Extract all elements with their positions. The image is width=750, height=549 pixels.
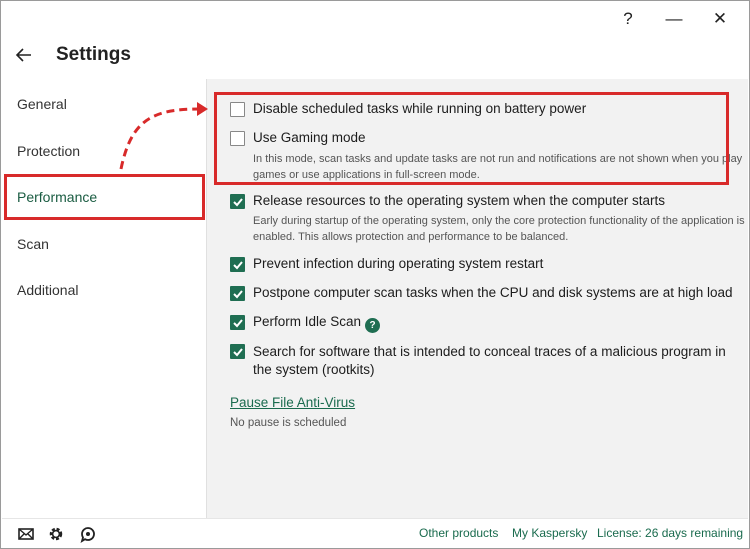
postpone-scan-checkbox[interactable] — [230, 286, 245, 301]
idle-scan-checkbox[interactable] — [230, 315, 245, 330]
header: Settings — [1, 39, 749, 77]
page-title: Settings — [56, 44, 131, 65]
minimize-button[interactable]: — — [651, 7, 697, 31]
help-icon[interactable]: ? — [365, 318, 381, 333]
option-label: Perform Idle Scan? — [253, 314, 381, 333]
close-button[interactable]: ✕ — [697, 7, 743, 31]
support-icon[interactable] — [79, 525, 97, 543]
option-label: Prevent infection during operating syste… — [253, 256, 544, 271]
back-arrow-icon[interactable] — [14, 45, 34, 65]
checkmark-icon — [233, 319, 243, 328]
settings-window: ? — ✕ Settings General Protection Perfor… — [0, 0, 750, 549]
rootkit-search-checkbox[interactable] — [230, 344, 245, 359]
sidebar: General Protection Performance Scan Addi… — [1, 79, 206, 518]
checkmark-icon — [233, 198, 243, 207]
help-button[interactable]: ? — [605, 7, 651, 31]
checkmark-icon — [233, 290, 243, 299]
release-resources-checkbox[interactable] — [230, 194, 245, 209]
gear-icon[interactable] — [47, 525, 65, 543]
prevent-infection-checkbox[interactable] — [230, 257, 245, 272]
highlight-options — [214, 92, 729, 185]
mail-icon[interactable] — [17, 525, 35, 543]
sidebar-item-scan[interactable]: Scan — [17, 236, 49, 252]
option-label: Postpone computer scan tasks when the CP… — [253, 285, 733, 300]
checkmark-icon — [233, 348, 243, 357]
idle-scan-label: Perform Idle Scan — [253, 314, 362, 329]
other-products-link[interactable]: Other products — [419, 526, 498, 540]
pause-status: No pause is scheduled — [230, 417, 347, 429]
footer: Other products My Kaspersky License: 26 … — [2, 518, 748, 547]
option-label: Release resources to the operating syste… — [253, 193, 665, 208]
sidebar-item-additional[interactable]: Additional — [17, 282, 79, 298]
sidebar-item-general[interactable]: General — [17, 96, 67, 112]
pause-file-antivirus-link[interactable]: Pause File Anti-Virus — [230, 395, 355, 410]
window-controls: ? — ✕ — [605, 7, 743, 31]
option-label: Search for software that is intended to … — [253, 344, 726, 377]
checkmark-icon — [233, 261, 243, 270]
highlight-performance — [4, 174, 205, 220]
my-kaspersky-link[interactable]: My Kaspersky — [512, 526, 587, 540]
option-description: Early during startup of the operating sy… — [253, 215, 745, 243]
license-link[interactable]: License: 26 days remaining — [597, 526, 743, 540]
sidebar-item-protection[interactable]: Protection — [17, 143, 80, 159]
